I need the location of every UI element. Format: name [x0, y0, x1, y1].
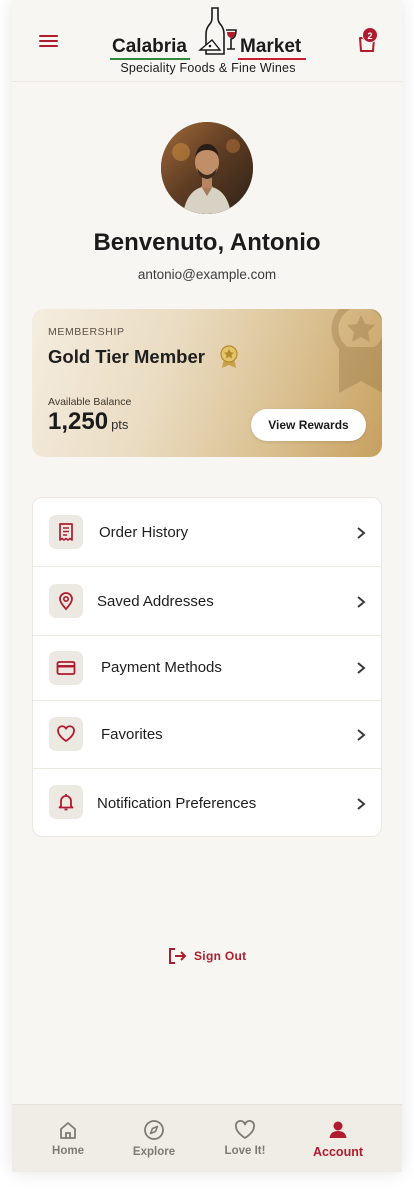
heart-icon — [49, 717, 83, 751]
welcome-heading: Benvenuto, Antonio — [93, 229, 321, 256]
menu-item-label: Order History — [99, 524, 189, 541]
menu-item-payment-methods[interactable]: Payment Methods — [33, 636, 381, 701]
chevron-right-icon — [357, 798, 366, 810]
heart-icon — [235, 1120, 255, 1139]
brand-logo[interactable]: Calabria Market Speciality Foods & Fine … — [108, 6, 308, 78]
credit-card-icon — [49, 651, 83, 685]
tab-account[interactable]: Account — [298, 1105, 378, 1172]
chevron-right-icon — [357, 527, 366, 539]
balance-unit: pts — [111, 417, 129, 432]
membership-kicker: MEMBERSHIP — [48, 326, 125, 338]
menu-item-label: Notification Preferences — [97, 795, 257, 812]
membership-card: MEMBERSHIP Gold Tier Member Available Ba… — [32, 309, 382, 457]
phone-screen: Calabria Market Speciality Foods & Fine … — [12, 0, 402, 1172]
chevron-right-icon — [357, 662, 366, 674]
user-email: antonio@example.com — [137, 267, 277, 282]
home-icon — [60, 1122, 76, 1139]
hamburger-icon[interactable] — [39, 33, 59, 49]
membership-tier: Gold Tier Member — [48, 346, 205, 367]
tab-label: Love It! — [224, 1145, 266, 1157]
tab-explore[interactable]: Explore — [114, 1105, 194, 1172]
account-menu: Order History Saved Addresses Payment Me… — [32, 497, 382, 837]
menu-item-order-history[interactable]: Order History — [33, 498, 381, 567]
app-header: Calabria Market Speciality Foods & Fine … — [12, 0, 402, 82]
view-rewards-button[interactable]: View Rewards — [251, 409, 366, 441]
menu-item-favorites[interactable]: Favorites — [33, 701, 381, 769]
tab-label: Explore — [132, 1146, 176, 1158]
tab-label: Account — [313, 1145, 363, 1159]
brand-name-right: Market — [240, 36, 302, 57]
avatar[interactable] — [161, 122, 253, 214]
balance-label: Available Balance — [48, 396, 132, 408]
logout-icon — [169, 948, 187, 964]
menu-item-label: Saved Addresses — [97, 593, 214, 610]
brand-name-left: Calabria — [112, 36, 187, 57]
menu-item-label: Payment Methods — [101, 659, 222, 676]
user-icon — [329, 1121, 347, 1138]
chevron-right-icon — [357, 596, 366, 608]
flag-stripe-red — [238, 58, 306, 60]
sign-out-label: Sign Out — [194, 949, 247, 963]
tab-home[interactable]: Home — [28, 1105, 108, 1172]
bell-icon — [49, 785, 83, 819]
menu-item-saved-addresses[interactable]: Saved Addresses — [33, 567, 381, 636]
tab-love-it[interactable]: Love It! — [205, 1105, 285, 1172]
chevron-right-icon — [357, 729, 366, 741]
award-ribbon-icon — [331, 309, 382, 393]
sign-out-button[interactable]: Sign Out — [167, 946, 257, 966]
map-pin-icon — [49, 584, 83, 618]
balance-points: 1,250 — [48, 408, 109, 435]
receipt-icon — [49, 515, 83, 549]
brand-tagline: Speciality Foods & Fine Wines — [120, 61, 296, 75]
menu-item-label: Favorites — [101, 726, 163, 743]
bottom-tab-bar: Home Explore Love It! Account — [12, 1104, 402, 1172]
avatar-photo — [161, 122, 253, 214]
compass-icon — [144, 1120, 164, 1140]
tab-label: Home — [52, 1145, 84, 1157]
flag-stripe-green — [110, 58, 190, 60]
balance-value: 1,250 pts — [48, 408, 128, 436]
wine-bottle-illustration — [198, 7, 237, 55]
menu-item-notification-preferences[interactable]: Notification Preferences — [33, 769, 381, 836]
medal-icon — [220, 345, 238, 368]
cart-count-badge: 2 — [362, 27, 378, 43]
